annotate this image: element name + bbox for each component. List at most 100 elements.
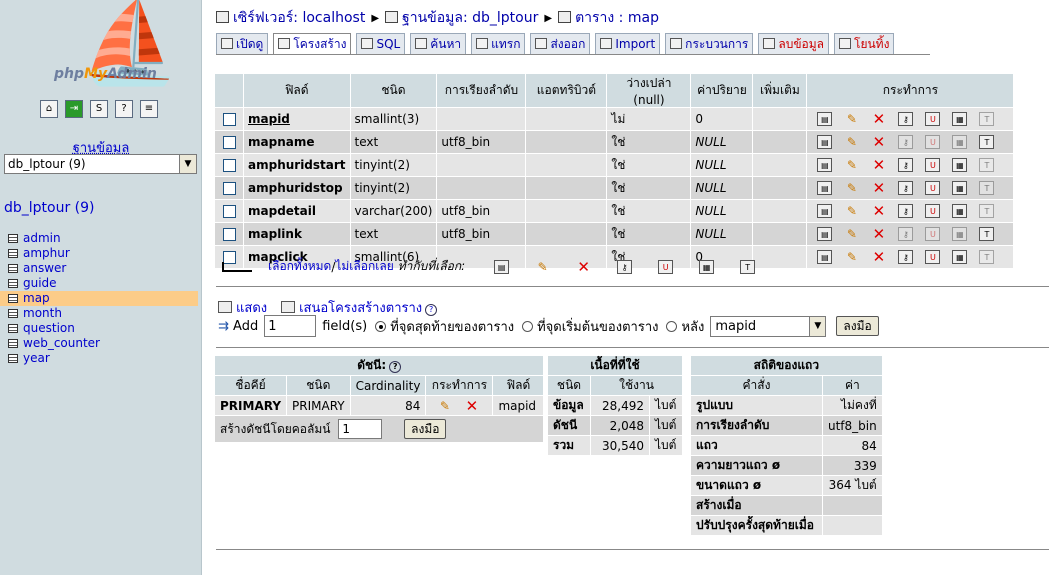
row-checkbox[interactable] xyxy=(222,136,236,149)
home-icon[interactable]: ⌂ xyxy=(40,100,58,118)
table-icon[interactable] xyxy=(8,264,18,273)
fulltext-icon[interactable]: T xyxy=(979,204,995,219)
delete-icon[interactable]: ✕ xyxy=(871,227,886,242)
table-icon[interactable] xyxy=(8,249,18,258)
browse-distinct-icon[interactable]: ▤ xyxy=(817,112,833,127)
tab-9[interactable]: โยนทิ้ง xyxy=(834,33,895,54)
fulltext-icon[interactable]: T xyxy=(979,227,995,242)
index-icon[interactable]: ▦ xyxy=(952,204,968,219)
row-checkbox[interactable] xyxy=(222,182,236,195)
index-icon[interactable]: ▦ xyxy=(952,158,968,173)
unique-icon[interactable]: U xyxy=(925,250,941,265)
docs-icon[interactable]: ≡ xyxy=(140,100,158,118)
fulltext-icon[interactable]: T xyxy=(979,112,995,127)
tab-0[interactable]: เปิดดู xyxy=(216,33,269,54)
unique-icon[interactable]: U xyxy=(925,204,941,219)
tab-6[interactable]: Import xyxy=(595,33,661,54)
delete-icon[interactable]: ✕ xyxy=(871,204,886,219)
primary-key-icon[interactable]: ⚷ xyxy=(898,158,914,173)
browse-distinct-icon[interactable]: ▤ xyxy=(817,204,833,219)
edit-icon[interactable]: ✎ xyxy=(844,181,859,195)
delete-icon[interactable]: ✕ xyxy=(871,135,886,150)
check-all-link[interactable]: เลือกทั้งหมด xyxy=(268,257,331,276)
breadcrumb-database[interactable]: ฐานข้อมูล: db_lptour xyxy=(385,7,538,29)
tab-7[interactable]: กระบวนการ xyxy=(665,33,754,54)
index-icon[interactable]: ▦ xyxy=(952,250,968,265)
unique-icon[interactable]: U xyxy=(925,227,941,242)
primary-key-icon[interactable]: ⚷ xyxy=(898,181,914,196)
index-icon[interactable]: ▦ xyxy=(952,181,968,196)
uncheck-all-link[interactable]: ไม่เลือกเลย xyxy=(335,257,393,276)
sidebar-item-amphur[interactable]: amphur xyxy=(0,246,198,261)
database-name-link[interactable]: db_lptour (9) xyxy=(4,200,95,216)
table-icon[interactable] xyxy=(8,309,18,318)
row-checkbox[interactable] xyxy=(222,205,236,218)
delete-icon[interactable]: ✕ xyxy=(871,250,886,265)
row-checkbox[interactable] xyxy=(222,113,236,126)
exit-icon[interactable]: ⇥ xyxy=(65,100,83,118)
browse-distinct-icon[interactable]: ▤ xyxy=(817,250,833,265)
browse-distinct-icon[interactable]: ▤ xyxy=(817,158,833,173)
primary-key-icon[interactable]: ⚷ xyxy=(898,112,914,127)
after-radio[interactable] xyxy=(666,320,678,332)
edit-icon[interactable]: ✎ xyxy=(844,227,859,241)
sidebar-item-web-counter[interactable]: web_counter xyxy=(0,336,198,351)
sidebar-item-admin[interactable]: admin xyxy=(0,231,198,246)
tab-4[interactable]: แทรก xyxy=(471,33,526,54)
chevron-down-icon[interactable]: ▼ xyxy=(809,316,826,336)
sidebar-item-month[interactable]: month xyxy=(0,306,198,321)
delete-icon[interactable]: ✕ xyxy=(871,181,886,196)
tab-1[interactable]: โครงสร้าง xyxy=(273,33,352,54)
create-index-go-button[interactable]: ลงมือ xyxy=(404,418,447,439)
browse-distinct-icon[interactable]: ▤ xyxy=(817,227,833,242)
fulltext-icon[interactable]: T xyxy=(979,158,995,173)
fulltext-icon[interactable]: T xyxy=(979,181,995,196)
primary-key-icon[interactable]: ⚷ xyxy=(898,204,914,219)
table-icon[interactable] xyxy=(8,294,18,303)
primary-key-icon[interactable]: ⚷ xyxy=(898,135,914,150)
fulltext-icon[interactable]: T xyxy=(979,250,995,265)
index-icon[interactable]: ▦ xyxy=(952,227,968,242)
fulltext-icon[interactable]: T xyxy=(979,135,995,150)
primary-selected-icon[interactable]: ⚷ xyxy=(617,259,633,274)
sidebar-item-guide[interactable]: guide xyxy=(0,276,198,291)
breadcrumb-server[interactable]: เซิร์ฟเวอร์: localhost xyxy=(216,7,365,29)
index-icon[interactable]: ▦ xyxy=(952,112,968,127)
tab-8[interactable]: ลบข้อมูล xyxy=(758,33,829,54)
tab-2[interactable]: SQL xyxy=(356,33,406,54)
row-checkbox[interactable] xyxy=(222,159,236,172)
delete-icon[interactable]: ✕ xyxy=(871,112,886,127)
row-checkbox[interactable] xyxy=(222,228,236,241)
unique-icon[interactable]: U xyxy=(925,135,941,150)
edit-icon[interactable]: ✎ xyxy=(844,135,859,149)
unique-icon[interactable]: U xyxy=(925,181,941,196)
table-icon[interactable] xyxy=(8,279,18,288)
primary-key-icon[interactable]: ⚷ xyxy=(898,227,914,242)
add-field-count-input[interactable] xyxy=(264,315,317,337)
sidebar-item-question[interactable]: question xyxy=(0,321,198,336)
table-icon[interactable] xyxy=(8,339,18,348)
browse-distinct-icon[interactable]: ▤ xyxy=(817,135,833,150)
browse-distinct-icon[interactable]: ▤ xyxy=(817,181,833,196)
sidebar-item-year[interactable]: year xyxy=(0,351,198,366)
at-beginning-radio[interactable] xyxy=(522,320,534,332)
edit-icon[interactable]: ✎ xyxy=(844,204,859,218)
table-icon[interactable] xyxy=(8,324,18,333)
unique-icon[interactable]: U xyxy=(925,158,941,173)
at-end-radio[interactable] xyxy=(375,320,387,332)
after-field-select[interactable]: mapid ▼ xyxy=(710,315,827,337)
edit-icon[interactable]: ✎ xyxy=(844,250,859,264)
delete-selected-icon[interactable]: ✕ xyxy=(576,259,591,274)
delete-index-icon[interactable]: ✕ xyxy=(464,398,479,413)
primary-key-icon[interactable]: ⚷ xyxy=(898,250,914,265)
edit-icon[interactable]: ✎ xyxy=(844,112,859,126)
table-icon[interactable] xyxy=(8,234,18,243)
edit-index-icon[interactable]: ✎ xyxy=(437,399,452,413)
index-icon[interactable]: ▦ xyxy=(952,135,968,150)
breadcrumb-table[interactable]: ตาราง : map xyxy=(558,7,659,29)
header-field[interactable]: ฟิลด์ xyxy=(244,74,350,107)
chevron-down-icon[interactable]: ▼ xyxy=(179,155,196,173)
tab-3[interactable]: ค้นหา xyxy=(410,33,467,54)
edit-icon[interactable]: ✎ xyxy=(844,158,859,172)
browse-selected-icon[interactable]: ▤ xyxy=(494,259,510,274)
